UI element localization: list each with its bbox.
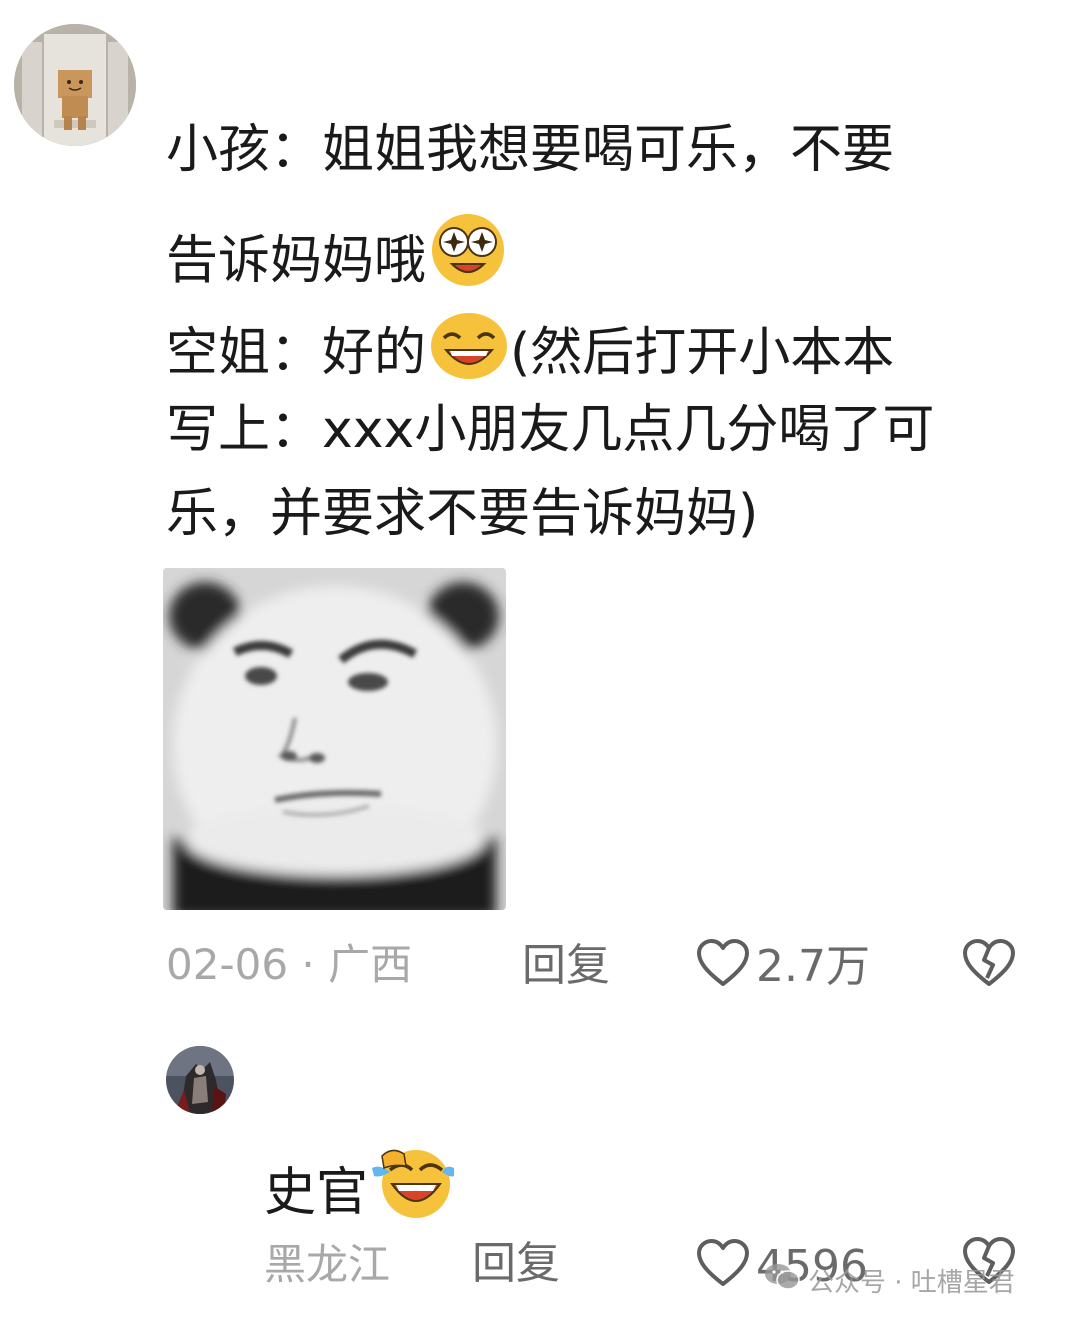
- watermark-text: 公众号 · 吐槽星君: [808, 1268, 1015, 1298]
- like-button[interactable]: 2.7万: [696, 938, 870, 996]
- comment-text-line-4: 写上：xxx小朋友几点几分喝了可: [166, 400, 935, 460]
- comment-meta: 02-06 · 广西: [166, 944, 412, 986]
- reply-reply-button[interactable]: 回复: [472, 1242, 560, 1286]
- heart-icon: [696, 938, 756, 996]
- wechat-logo-icon: [764, 1262, 808, 1299]
- watermark: 公众号 · 吐槽星君: [764, 1262, 1015, 1299]
- broken-heart-icon: [962, 939, 1016, 992]
- comment-location: 广西: [328, 940, 413, 989]
- like-count: 2.7万: [756, 941, 870, 992]
- comment-text-line-5: 乐，并要求不要告诉妈妈): [166, 484, 759, 544]
- comment-avatar[interactable]: [14, 24, 136, 146]
- laugh-cry-emoji: [370, 1144, 456, 1229]
- comment-text-line-3: 空姐：好的 (然后打开小本本: [166, 308, 894, 389]
- comment-date: 02-06: [166, 940, 289, 989]
- comment-text-segment: 告诉妈妈哦: [166, 231, 427, 291]
- comment-text-segment: (然后打开小本本: [510, 323, 895, 383]
- reply-text-segment: 史官: [264, 1163, 369, 1223]
- reply-text: 史官: [264, 1144, 456, 1229]
- dislike-button[interactable]: [962, 938, 1016, 992]
- heart-icon: [696, 1238, 756, 1296]
- star-eyes-emoji: [428, 212, 508, 297]
- comment-text-line-2: 告诉妈妈哦: [166, 212, 508, 297]
- reply-location: 黑龙江: [264, 1240, 391, 1289]
- meta-separator: ·: [301, 940, 329, 989]
- meme-image[interactable]: [163, 568, 506, 910]
- comment-text-segment: 空姐：好的: [166, 323, 427, 383]
- reply-avatar[interactable]: [166, 1046, 234, 1114]
- reply-button[interactable]: 回复: [522, 944, 610, 988]
- grin-emoji: [428, 308, 510, 389]
- comment-text-line-1: 小孩：姐姐我想要喝可乐，不要: [166, 120, 895, 180]
